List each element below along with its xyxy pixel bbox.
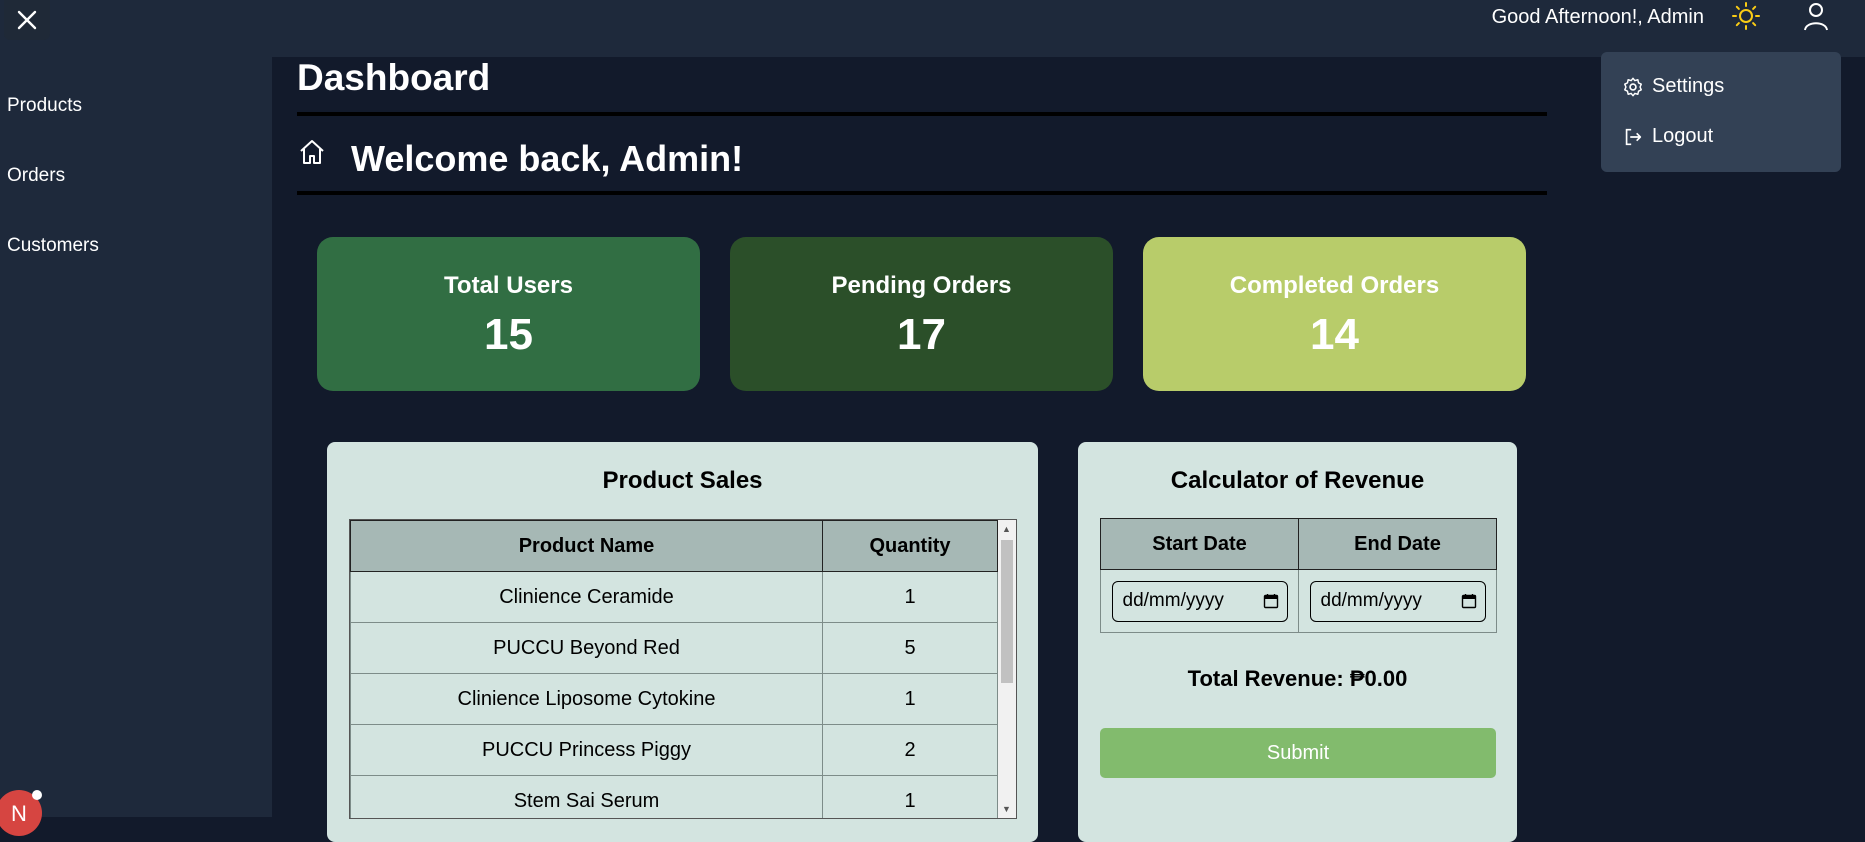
menu-item-logout[interactable]: Logout — [1622, 125, 1713, 148]
sales-table-container[interactable]: Product Name Quantity Clinience Ceramide… — [349, 519, 1017, 819]
sales-table: Product Name Quantity Clinience Ceramide… — [350, 520, 998, 818]
column-header: Product Name — [350, 520, 823, 572]
greeting-text: Good Afternoon!, Admin — [1491, 6, 1704, 28]
submit-button[interactable]: Submit — [1100, 728, 1496, 778]
table-row: Stem Sai Serum 1 — [350, 775, 998, 818]
quantity-cell: 1 — [822, 775, 998, 818]
revenue-calculator-panel: Calculator of Revenue Start Date End Dat… — [1078, 442, 1517, 842]
home-icon[interactable] — [297, 137, 327, 167]
quantity-cell: 1 — [822, 571, 998, 623]
user-menu-button[interactable] — [1800, 0, 1832, 32]
logout-icon — [1625, 128, 1642, 145]
pending-orders-card: Pending Orders 17 — [730, 237, 1113, 391]
panel-title: Product Sales — [602, 467, 763, 494]
table-header-row: Product Name Quantity — [350, 520, 998, 572]
sidebar-item-products[interactable]: Products — [7, 95, 82, 117]
product-name-cell: Clinience Liposome Cytokine — [350, 673, 823, 725]
close-sidebar-button[interactable] — [4, 0, 50, 40]
sidebar-item-orders[interactable]: Orders — [7, 165, 65, 187]
product-sales-panel: Product Sales Product Name Quantity Clin… — [327, 442, 1038, 842]
panel-title: Calculator of Revenue — [1170, 467, 1425, 494]
scrollbar-thumb[interactable] — [1001, 540, 1013, 683]
product-name-cell: PUCCU Beyond Red — [350, 622, 823, 674]
table-row: Clinience Ceramide 1 — [350, 571, 998, 623]
divider — [297, 191, 1547, 195]
quantity-cell: 1 — [822, 673, 998, 725]
product-name-cell: Clinience Ceramide — [350, 571, 823, 623]
gear-icon — [1624, 77, 1642, 96]
table-row: Clinience Liposome Cytokine 1 — [350, 673, 998, 725]
completed-orders-card: Completed Orders 14 — [1143, 237, 1526, 391]
stat-label: Pending Orders — [831, 272, 1012, 299]
theme-toggle-button[interactable] — [1730, 0, 1762, 32]
user-dropdown-menu: Settings Logout — [1601, 52, 1841, 172]
stat-value: 15 — [484, 310, 533, 359]
quantity-cell: 2 — [822, 724, 998, 776]
start-date-cell: dd/mm/yyyy — [1100, 569, 1299, 633]
page-title: Dashboard — [297, 57, 491, 98]
table-row: PUCCU Beyond Red 5 — [350, 622, 998, 674]
stat-label: Total Users — [444, 272, 573, 299]
scroll-down-arrow-icon[interactable]: ▼ — [1002, 804, 1011, 814]
close-icon — [17, 10, 37, 30]
menu-item-label: Settings — [1652, 75, 1725, 97]
menu-item-settings[interactable]: Settings — [1622, 75, 1724, 98]
product-name-cell: Stem Sai Serum — [350, 775, 823, 818]
total-users-card: Total Users 15 — [317, 237, 700, 391]
calendar-icon[interactable] — [1461, 593, 1477, 609]
date-range-table: Start Date End Date dd/mm/yyyy dd/mm/yyy… — [1100, 518, 1497, 633]
sun-icon — [1732, 2, 1760, 30]
stat-value: 17 — [897, 310, 946, 359]
table-header-row: Start Date End Date — [1100, 518, 1497, 570]
calendar-icon[interactable] — [1263, 593, 1279, 609]
menu-item-label: Logout — [1652, 125, 1714, 147]
date-placeholder: dd/mm/yyyy — [1320, 590, 1422, 611]
start-date-header: Start Date — [1100, 518, 1299, 570]
end-date-cell: dd/mm/yyyy — [1298, 569, 1497, 633]
stat-label: Completed Orders — [1229, 272, 1440, 299]
scroll-up-arrow-icon[interactable]: ▲ — [1002, 524, 1011, 534]
top-bar: Good Afternoon!, Admin — [0, 0, 1865, 57]
stat-value: 14 — [1310, 310, 1359, 359]
quantity-cell: 5 — [822, 622, 998, 674]
table-row: PUCCU Princess Piggy 2 — [350, 724, 998, 776]
divider — [297, 112, 1547, 116]
notification-dot — [32, 790, 42, 800]
total-revenue-text: Total Revenue: ₱0.00 — [1187, 666, 1408, 691]
start-date-input[interactable]: dd/mm/yyyy — [1111, 580, 1288, 622]
table-row: dd/mm/yyyy dd/mm/yyyy — [1100, 569, 1497, 633]
user-icon — [1804, 3, 1828, 31]
sidebar-item-customers[interactable]: Customers — [7, 235, 99, 257]
column-header: Quantity — [822, 520, 998, 572]
welcome-heading: Welcome back, Admin! — [351, 138, 744, 179]
end-date-header: End Date — [1298, 518, 1497, 570]
product-name-cell: PUCCU Princess Piggy — [350, 724, 823, 776]
table-scrollbar[interactable]: ▲ ▼ — [998, 520, 1016, 818]
sidebar: Products Orders Customers — [0, 57, 272, 817]
date-placeholder: dd/mm/yyyy — [1122, 590, 1224, 611]
end-date-input[interactable]: dd/mm/yyyy — [1309, 580, 1486, 622]
